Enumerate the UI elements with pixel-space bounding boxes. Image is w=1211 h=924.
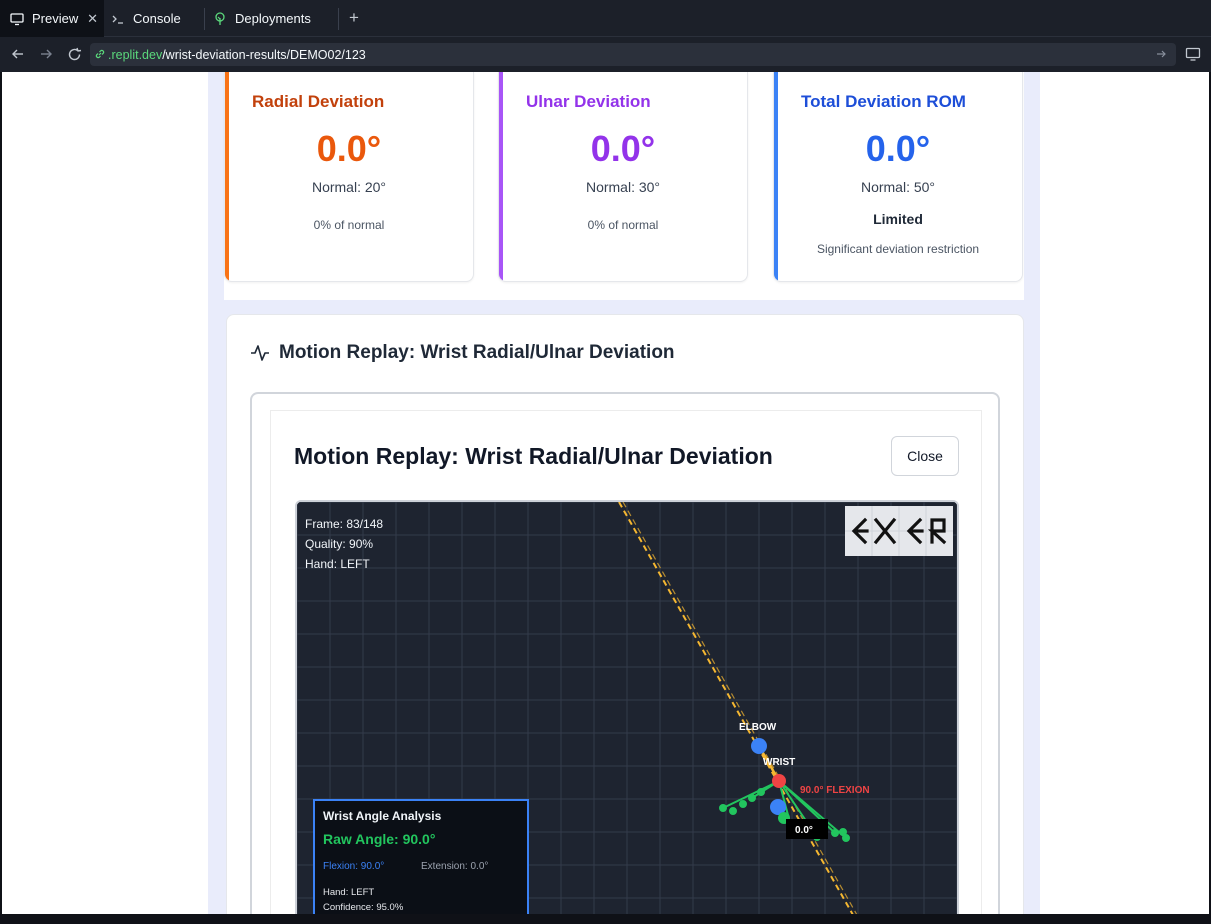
- address-bar: .replit.dev/wrist-deviation-results/DEMO…: [0, 37, 1211, 72]
- quality-readout: Quality: 90%: [305, 537, 374, 551]
- tab-divider: [338, 8, 339, 30]
- open-arrow-icon[interactable]: [1154, 47, 1168, 61]
- card-title: Ulnar Deviation: [526, 92, 651, 111]
- motion-canvas[interactable]: ELBOW WRIST 90.0° FLEXION 0.0° Frame: 83…: [295, 500, 959, 920]
- card-value: 0.0°: [590, 128, 656, 169]
- card-percent: 0% of normal: [313, 218, 385, 232]
- accent-bar: [225, 72, 229, 281]
- flexion-value: Flexion: 90.0°: [323, 861, 385, 872]
- replay-modal: Motion Replay: Wrist Radial/Ulnar Deviat…: [270, 410, 982, 924]
- total-deviation-card: Total Deviation ROM 0.0° Normal: 50° Lim…: [773, 72, 1023, 282]
- bottom-status-strip: [0, 914, 1211, 924]
- close-icon[interactable]: ✕: [87, 11, 98, 27]
- tab-preview[interactable]: Preview ✕: [0, 0, 104, 37]
- new-tab-plus-icon[interactable]: +: [346, 8, 362, 28]
- card-value: 0.0°: [865, 128, 931, 169]
- ide-tab-bar: Preview ✕ Console Deployments +: [0, 0, 1211, 37]
- angle-readout: 0.0°: [795, 825, 813, 836]
- wrist-joint: [772, 774, 786, 788]
- card-normal: Normal: 30°: [585, 179, 661, 195]
- card-normal: Normal: 50°: [860, 179, 936, 195]
- frame-info: Frame: 83/148 Quality: 90% Hand: LEFT: [305, 514, 383, 574]
- card-title: Radial Deviation: [252, 92, 385, 111]
- wrist-label: WRIST: [763, 757, 795, 768]
- link-icon: [94, 48, 106, 60]
- hand-readout: Hand: LEFT: [305, 557, 370, 571]
- motion-replay-card: Motion Replay: Wrist Radial/Ulnar Deviat…: [226, 314, 1024, 924]
- monitor-icon: [9, 11, 25, 27]
- tab-label: Preview: [32, 11, 79, 26]
- tab-divider: [204, 8, 205, 30]
- section-title: Motion Replay: Wrist Radial/Ulnar Deviat…: [279, 342, 675, 363]
- analysis-title: Wrist Angle Analysis: [323, 809, 442, 823]
- accent-bar: [499, 72, 503, 281]
- raw-angle: Raw Angle: 90.0°: [323, 831, 436, 847]
- confidence-value: Confidence: 95.0%: [323, 902, 404, 913]
- elbow-label: ELBOW: [739, 722, 777, 733]
- replay-modal-frame: Motion Replay: Wrist Radial/Ulnar Deviat…: [250, 392, 1000, 924]
- flexion-label: 90.0° FLEXION: [800, 785, 870, 796]
- tab-deployments[interactable]: Deployments: [212, 0, 336, 37]
- radial-deviation-card: Radial Deviation 0.0° Normal: 20° 0% of …: [224, 72, 474, 282]
- card-normal: Normal: 20°: [311, 179, 387, 195]
- preview-viewport: Radial Deviation 0.0° Normal: 20° 0% of …: [0, 72, 1211, 924]
- tab-label: Deployments: [235, 11, 311, 26]
- forearm-axis-line: [618, 502, 856, 918]
- exer-logo: [845, 506, 953, 556]
- forward-arrow-icon[interactable]: [38, 46, 54, 62]
- tree-icon: [212, 11, 228, 27]
- card-status: Limited: [873, 211, 923, 227]
- card-percent: 0% of normal: [587, 218, 659, 232]
- reload-icon[interactable]: [66, 46, 82, 62]
- section-heading: Motion Replay: Wrist Radial/Ulnar Deviat…: [250, 342, 675, 364]
- ulnar-deviation-card: Ulnar Deviation 0.0° Normal: 30° 0% of n…: [498, 72, 748, 282]
- close-button[interactable]: Close: [891, 436, 959, 476]
- back-arrow-icon[interactable]: [10, 46, 26, 62]
- card-value: 0.0°: [316, 128, 382, 169]
- angle-analysis-panel: Wrist Angle Analysis Raw Angle: 90.0° Fl…: [313, 799, 529, 918]
- card-title: Total Deviation ROM: [801, 92, 966, 111]
- hand-value: Hand: LEFT: [323, 887, 375, 898]
- terminal-icon: [110, 11, 126, 27]
- elbow-joint: [751, 738, 767, 754]
- frame-counter: Frame: 83/148: [305, 517, 384, 531]
- extension-value: Extension: 0.0°: [421, 861, 489, 872]
- device-preview-icon[interactable]: [1185, 46, 1201, 62]
- tab-label: Console: [133, 11, 181, 26]
- card-note: Significant deviation restriction: [816, 242, 980, 256]
- url-host: .replit.dev: [108, 47, 163, 62]
- activity-pulse-icon: [250, 343, 270, 363]
- url-input[interactable]: .replit.dev/wrist-deviation-results/DEMO…: [90, 43, 1176, 66]
- tab-console[interactable]: Console: [110, 0, 202, 37]
- viewport-edge-left: [0, 72, 2, 924]
- url-path: /wrist-deviation-results/DEMO02/123: [162, 47, 366, 62]
- modal-title: Motion Replay: Wrist Radial/Ulnar Deviat…: [294, 443, 773, 469]
